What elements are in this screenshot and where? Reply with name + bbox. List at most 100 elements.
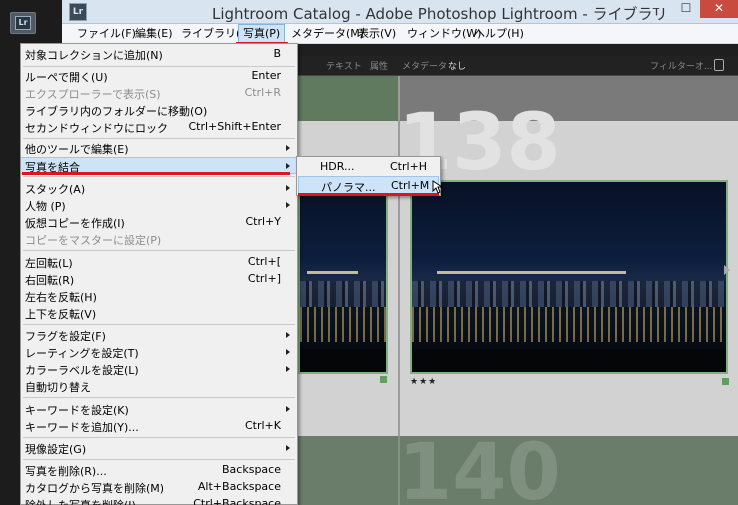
photo-rocks [300,349,386,372]
menu-item[interactable]: 対象コレクションに追加(N) B [21,46,297,63]
lock-icon[interactable] [714,59,724,71]
rating-stars[interactable]: ★★★ [410,377,437,387]
menu-item-label: 除外した写真を削除(J)... [25,497,146,505]
menu-item[interactable]: 上下を反転(V) [21,305,297,322]
filter-text[interactable]: テキスト [326,59,362,72]
photo-skyline [300,280,386,308]
menu-photo[interactable]: 写真(P) [238,24,286,44]
menu-edit[interactable]: 編集(E) [131,24,177,44]
submenu-arrow-icon [286,349,290,355]
menu-item[interactable]: 自動切り替え [21,378,297,395]
thumbnail-right[interactable] [410,180,728,374]
night-cityscape-photo [412,182,726,372]
menu-item[interactable]: キーワードを追加(Y)... Ctrl+K [21,418,297,435]
lightroom-taskbar-icon[interactable]: Lr [10,12,36,34]
submenu-arrow-icon [286,202,290,208]
menu-item-shortcut: Ctrl+] [247,272,281,285]
menu-item-label: エクスプローラーで表示(S) [25,88,161,101]
menu-item-shortcut: Ctrl+Backspace [193,497,281,505]
menu-item: コピーをマスターに設定(P) [21,231,297,248]
menu-item[interactable]: カラーラベルを設定(L) [21,361,297,378]
merge-photos-submenu: HDR... Ctrl+H パノラマ... Ctrl+M [296,156,441,196]
menu-item[interactable]: 左右を反転(H) [21,288,297,305]
menu-item-label: 写真を削除(R)... [25,465,107,478]
menu-item[interactable]: スタック(A) [21,180,297,197]
submenu-item-shortcut: Ctrl+H [390,160,428,173]
menu-separator [23,66,295,67]
grid-cell-selected[interactable] [298,76,398,121]
submenu-item-hdr[interactable]: HDR... Ctrl+H [298,158,439,176]
menu-item-label: レーティングを設定(T) [25,347,139,360]
menu-item-shortcut: Ctrl+K [244,419,281,432]
submenu-arrow-icon [286,332,290,338]
menu-item-label: スタック(A) [25,183,86,196]
menu-item[interactable]: 右回転(R) Ctrl+] [21,271,297,288]
menu-item-label: 左回転(L) [25,257,73,270]
menu-item[interactable]: 他のツールで編集(E) [21,140,297,157]
menu-item-shortcut: B [273,47,281,60]
photo-reflections [412,307,726,342]
menu-help[interactable]: ヘルプ(H) [470,24,528,44]
menu-bar: ファイル(F) 編集(E) ライブラリ(L) 写真(P) メタデータ(M) 表示… [62,24,738,44]
grid-view: 138 ★★★ 140 [298,76,738,505]
menu-item-shortcut: Ctrl+Y [245,215,281,228]
maximize-button[interactable]: ☐ [672,0,700,18]
menu-item-label: 自動切り替え [25,381,91,394]
menu-item[interactable]: キーワードを設定(K) [21,401,297,418]
menu-item-shortcut: Ctrl+Shift+Enter [188,120,281,133]
menu-item-label: キーワードを設定(K) [25,404,129,417]
thumbnail-badge [722,378,729,385]
menu-item-shortcut: Backspace [222,463,281,476]
filter-none[interactable]: なし [448,59,466,72]
menu-item[interactable]: 仮想コピーを作成(I) Ctrl+Y [21,214,297,231]
menu-item[interactable]: セカンドウィンドウにロック Ctrl+Shift+Enter [21,119,297,136]
lightroom-app-icon[interactable]: Lr [69,3,87,21]
minimize-button[interactable]: ‒ [642,0,670,18]
submenu-item-panorama[interactable]: パノラマ... Ctrl+M [298,176,439,194]
menu-item-shortcut: Ctrl+R [244,86,281,99]
menu-item[interactable]: 写真を削除(R)... Backspace [21,462,297,479]
menu-item[interactable]: 左回転(L) Ctrl+[ [21,254,297,271]
filter-metadata[interactable]: メタデータ [402,59,447,72]
menu-item[interactable]: フラグを設定(F) [21,327,297,344]
menu-item-label: コピーをマスターに設定(P) [25,234,162,247]
right-panel-arrow-icon[interactable] [724,265,730,275]
menu-separator [23,250,295,251]
menu-item[interactable]: ルーペで開く(U) Enter [21,68,297,85]
menu-separator [23,437,295,438]
submenu-arrow-icon [286,366,290,372]
annotation-underline [22,172,290,175]
menu-separator [23,176,295,177]
menu-separator [23,397,295,398]
submenu-arrow-icon [286,145,290,151]
mouse-cursor-icon [432,180,442,194]
submenu-item-shortcut: Ctrl+M [391,179,430,192]
menu-item-label: カタログから写真を削除(M) [25,482,165,495]
submenu-arrow-icon [286,445,290,451]
menu-item-label: 対象コレクションに追加(N) [25,49,163,62]
close-button[interactable]: ✕ [700,0,738,18]
thumbnail-left[interactable] [298,180,388,374]
menu-item-label: カラーラベルを設定(L) [25,364,139,377]
menu-item[interactable]: カタログから写真を削除(M) Alt+Backspace [21,479,297,496]
menu-item[interactable]: 人物 (P) [21,197,297,214]
menu-view[interactable]: 表示(V) [354,24,400,44]
menu-item-label: 仮想コピーを作成(I) [25,217,125,230]
photo-bridge [437,271,626,275]
menu-item-label: 他のツールで編集(E) [25,143,129,156]
filter-preset[interactable]: フィルターオ... [650,59,712,72]
submenu-item-label: HDR... [320,160,355,173]
menu-item-shortcut: Enter [251,69,281,82]
menu-item[interactable]: レーティングを設定(T) [21,344,297,361]
menu-item: エクスプローラーで表示(S) Ctrl+R [21,85,297,102]
menu-item-label: キーワードを追加(Y)... [25,421,139,434]
filter-attribute[interactable]: 属性 [370,59,388,72]
window-title: Lightroom Catalog - Adobe Photoshop Ligh… [212,5,668,23]
menu-item-label: フラグを設定(F) [25,330,106,343]
menu-item[interactable]: 現像設定(G) [21,440,297,457]
menu-item[interactable]: ライブラリ内のフォルダーに移動(O) [21,102,297,119]
menu-item-label: セカンドウィンドウにロック [25,122,168,135]
menu-file[interactable]: ファイル(F) [73,24,140,44]
menu-item[interactable]: 除外した写真を削除(J)... Ctrl+Backspace [21,496,297,505]
menu-item-label: 現像設定(G) [25,443,87,456]
